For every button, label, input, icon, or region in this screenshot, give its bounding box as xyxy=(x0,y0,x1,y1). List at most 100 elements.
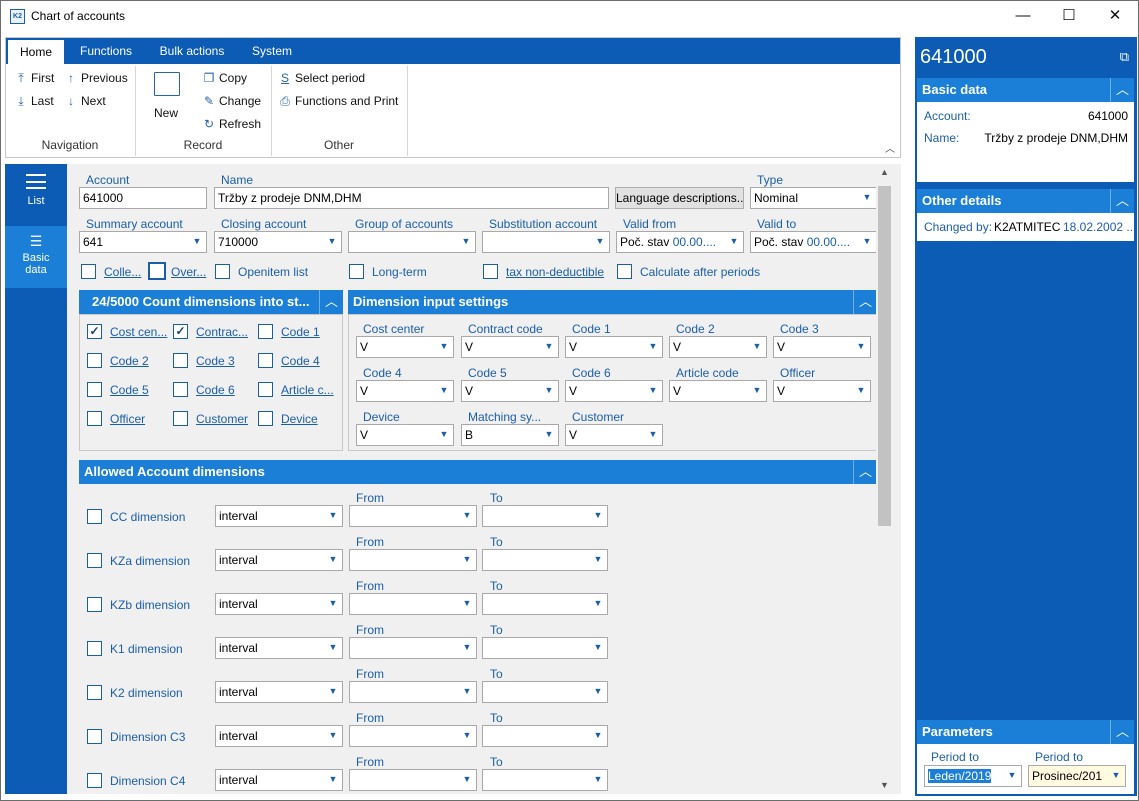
count-dim-checkbox[interactable] xyxy=(258,382,273,397)
account-input[interactable]: 641000 xyxy=(79,187,207,209)
allowed-dimension-checkbox[interactable] xyxy=(87,729,102,744)
tab-bulk-actions[interactable]: Bulk actions xyxy=(150,38,234,64)
first-button[interactable]: ⤒ First xyxy=(14,71,54,86)
dim-input-select[interactable]: V ▼ xyxy=(356,336,454,358)
collapse-ribbon-icon[interactable]: ︿ xyxy=(885,140,895,155)
collapse-icon[interactable]: ︿ xyxy=(1110,78,1134,102)
period-to-select[interactable]: Prosinec/201 ▼ xyxy=(1028,765,1126,787)
collapse-icon[interactable]: ︿ xyxy=(1110,720,1134,744)
dim-input-select[interactable]: V ▼ xyxy=(773,380,871,402)
allowed-from-select[interactable]: ▼ xyxy=(349,593,477,615)
count-dim-checkbox[interactable] xyxy=(173,411,188,426)
refresh-button[interactable]: ↻ Refresh xyxy=(202,117,261,131)
allowed-from-select[interactable]: ▼ xyxy=(349,769,477,791)
minimize-button[interactable]: — xyxy=(1000,1,1046,32)
dim-input-select[interactable]: B ▼ xyxy=(461,424,559,446)
allowed-from-select[interactable]: ▼ xyxy=(349,637,477,659)
dim-input-select[interactable]: V ▼ xyxy=(461,336,559,358)
allowed-mode-select[interactable]: interval ▼ xyxy=(215,725,343,747)
count-dim-checkbox[interactable]: ✓ xyxy=(87,324,102,339)
dim-input-select[interactable]: V ▼ xyxy=(461,380,559,402)
count-dim-checkbox[interactable] xyxy=(258,411,273,426)
count-dim-checkbox[interactable] xyxy=(173,382,188,397)
allowed-from-select[interactable]: ▼ xyxy=(349,725,477,747)
select-period-button[interactable]: S Select period xyxy=(278,71,365,85)
allowed-mode-select[interactable]: interval ▼ xyxy=(215,637,343,659)
collective-checkbox[interactable] xyxy=(81,264,96,279)
group-of-accounts-select[interactable]: ▼ xyxy=(348,231,476,253)
dim-input-select[interactable]: V ▼ xyxy=(773,336,871,358)
change-button[interactable]: ✎ Change xyxy=(202,94,261,108)
allowed-to-select[interactable]: ▼ xyxy=(482,681,608,703)
allowed-mode-select[interactable]: interval ▼ xyxy=(215,681,343,703)
allowed-to-select[interactable]: ▼ xyxy=(482,637,608,659)
type-select[interactable]: Nominal ▼ xyxy=(750,187,877,209)
count-dim-checkbox[interactable] xyxy=(87,353,102,368)
collapse-icon[interactable]: ︿ xyxy=(853,460,877,484)
tab-system[interactable]: System xyxy=(244,38,300,64)
external-link-icon[interactable]: ⧉ xyxy=(1120,49,1129,65)
tax-non-deductible-checkbox[interactable] xyxy=(483,264,498,279)
new-button[interactable]: New xyxy=(154,106,178,120)
count-dim-checkbox[interactable] xyxy=(173,353,188,368)
count-dim-checkbox[interactable]: ✓ xyxy=(173,324,188,339)
valid-from-select[interactable]: Poč. stav 00.00.... ▼ xyxy=(616,231,744,253)
new-document-icon[interactable] xyxy=(154,72,180,96)
collapse-icon[interactable]: ︿ xyxy=(853,290,877,314)
close-button[interactable]: ✕ xyxy=(1092,1,1138,32)
name-input[interactable]: Tržby z prodeje DNM,DHM xyxy=(214,187,609,209)
valid-to-select[interactable]: Poč. stav 00.00.... ▼ xyxy=(750,231,877,253)
long-term-checkbox[interactable] xyxy=(349,264,364,279)
allowed-dimension-checkbox[interactable] xyxy=(87,773,102,788)
allowed-from-select[interactable]: ▼ xyxy=(349,505,477,527)
allowed-from-select[interactable]: ▼ xyxy=(349,549,477,571)
allowed-to-select[interactable]: ▼ xyxy=(482,593,608,615)
nav-basic-data[interactable]: ☰ Basic data xyxy=(5,226,67,288)
functions-print-button[interactable]: ⎙ Functions and Print xyxy=(278,94,398,109)
nav-list[interactable]: List xyxy=(5,164,67,226)
closing-account-select[interactable]: 710000 ▼ xyxy=(214,231,342,253)
previous-button[interactable]: ↑ Previous xyxy=(64,71,128,85)
period-to-select[interactable]: Leden/2019 ▼ xyxy=(924,765,1022,787)
collapse-icon[interactable]: ︿ xyxy=(319,290,343,314)
allowed-dimension-checkbox[interactable] xyxy=(87,553,102,568)
allowed-mode-select[interactable]: interval ▼ xyxy=(215,505,343,527)
scroll-thumb[interactable] xyxy=(878,186,891,526)
dim-input-select[interactable]: V ▼ xyxy=(356,380,454,402)
collapse-icon[interactable]: ︿ xyxy=(1110,189,1134,213)
panel-splitter[interactable] xyxy=(901,32,913,794)
copy-button[interactable]: ❐ Copy xyxy=(202,71,247,85)
allowed-dimension-checkbox[interactable] xyxy=(87,597,102,612)
summary-account-select[interactable]: 641 ▼ xyxy=(79,231,207,253)
count-dim-checkbox[interactable] xyxy=(87,382,102,397)
allowed-dimension-checkbox[interactable] xyxy=(87,685,102,700)
allowed-dimension-checkbox[interactable] xyxy=(87,509,102,524)
allowed-from-select[interactable]: ▼ xyxy=(349,681,477,703)
last-button[interactable]: ⤓ Last xyxy=(14,94,53,109)
maximize-button[interactable]: ☐ xyxy=(1046,1,1092,32)
dim-input-select[interactable]: V ▼ xyxy=(565,424,663,446)
count-dim-checkbox[interactable] xyxy=(258,353,273,368)
count-dim-checkbox[interactable] xyxy=(258,324,273,339)
allowed-dimension-checkbox[interactable] xyxy=(87,641,102,656)
allowed-mode-select[interactable]: interval ▼ xyxy=(215,593,343,615)
allowed-to-select[interactable]: ▼ xyxy=(482,769,608,791)
allowed-to-select[interactable]: ▼ xyxy=(482,505,608,527)
overhead-checkbox[interactable] xyxy=(148,262,166,280)
dim-input-select[interactable]: V ▼ xyxy=(669,380,767,402)
scroll-down-icon[interactable]: ▼ xyxy=(876,777,893,794)
allowed-to-select[interactable]: ▼ xyxy=(482,549,608,571)
tab-functions[interactable]: Functions xyxy=(70,38,142,64)
allowed-mode-select[interactable]: interval ▼ xyxy=(215,549,343,571)
allowed-mode-select[interactable]: interval ▼ xyxy=(215,769,343,791)
count-dim-checkbox[interactable] xyxy=(87,411,102,426)
calculate-after-periods-checkbox[interactable] xyxy=(617,264,632,279)
next-button[interactable]: ↓ Next xyxy=(64,94,106,108)
dim-input-select[interactable]: V ▼ xyxy=(565,380,663,402)
tab-home[interactable]: Home xyxy=(8,40,64,64)
allowed-to-select[interactable]: ▼ xyxy=(482,725,608,747)
dim-input-select[interactable]: V ▼ xyxy=(669,336,767,358)
dim-input-select[interactable]: V ▼ xyxy=(356,424,454,446)
dim-input-select[interactable]: V ▼ xyxy=(565,336,663,358)
scroll-up-icon[interactable]: ▲ xyxy=(876,164,893,181)
